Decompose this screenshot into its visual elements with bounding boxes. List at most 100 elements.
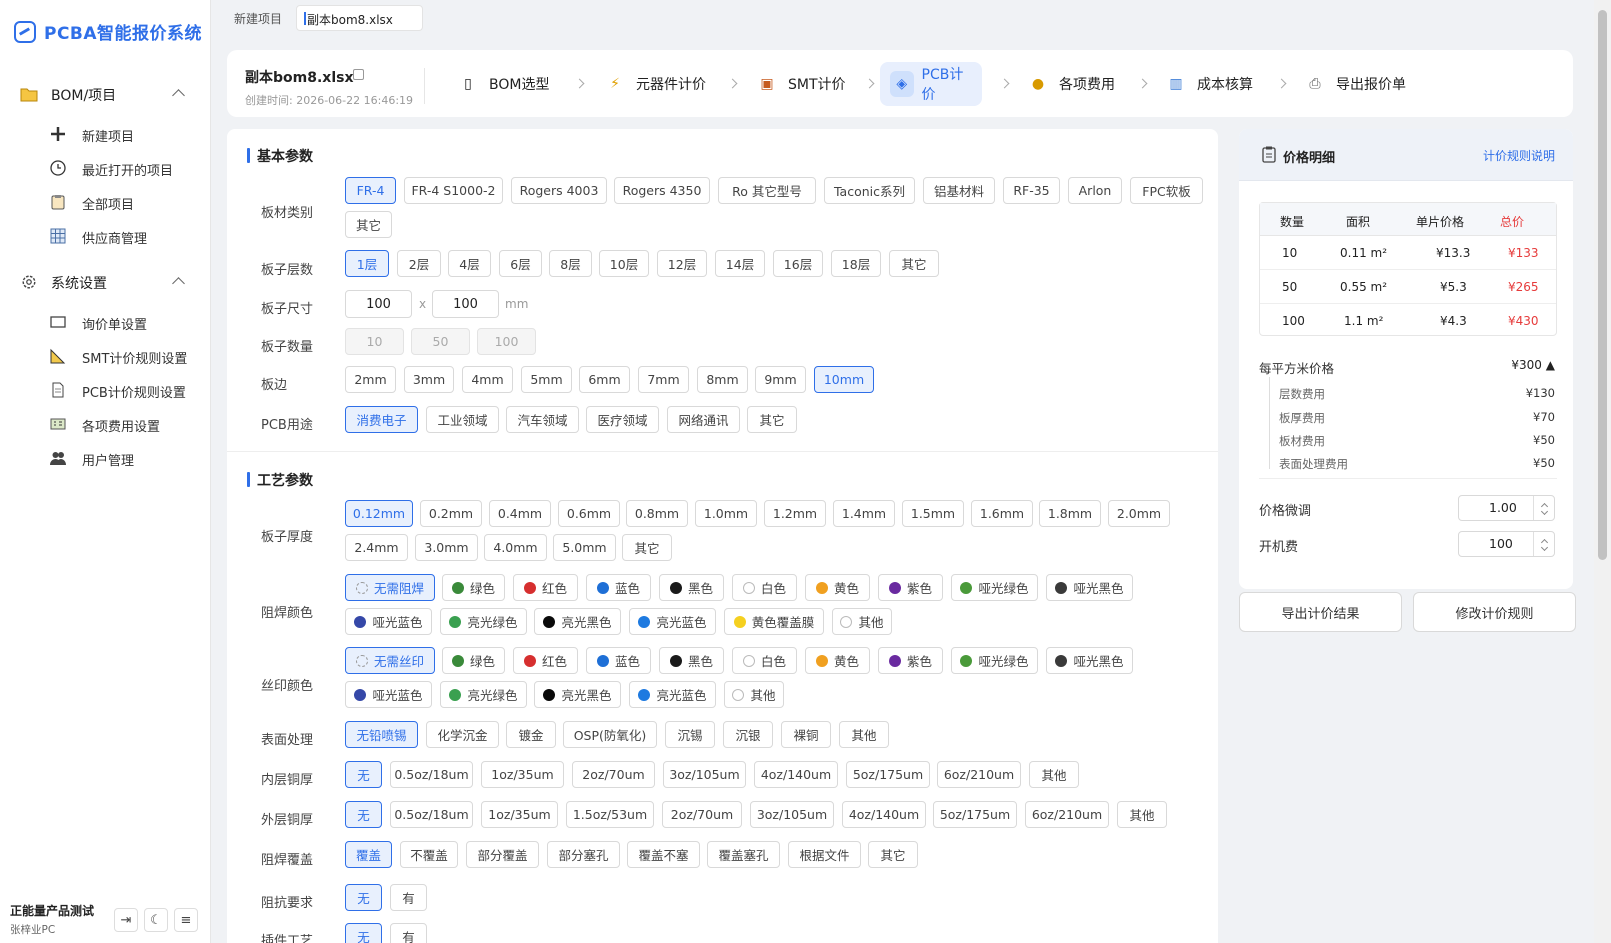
option-surface[interactable]: 沉银 bbox=[723, 721, 773, 748]
per-sqm-value[interactable]: ¥300 ▲ bbox=[1511, 358, 1555, 372]
sidebar-item-fee-settings[interactable]: 各项费用设置 bbox=[0, 407, 211, 441]
option-layers[interactable]: 其它 bbox=[889, 250, 939, 277]
option-mask-cover[interactable]: 根据文件 bbox=[788, 841, 861, 868]
option-silk[interactable]: 红色 bbox=[513, 647, 578, 674]
option-thickness[interactable]: 1.8mm bbox=[1039, 500, 1101, 527]
option-thickness[interactable]: 0.2mm bbox=[420, 500, 482, 527]
sidebar-item-new-project[interactable]: 新建项目 bbox=[0, 117, 211, 151]
size-width-input[interactable]: 100 bbox=[345, 290, 412, 318]
sidebar-group-settings[interactable]: 系统设置 bbox=[0, 265, 211, 299]
option-material[interactable]: FR-4 bbox=[345, 177, 396, 204]
option-material[interactable]: Rogers 4350 bbox=[614, 177, 710, 204]
option-mask-cover[interactable]: 不覆盖 bbox=[400, 841, 458, 868]
option-inner-copper[interactable]: 0.5oz/18um bbox=[390, 761, 473, 788]
option-inner-copper[interactable]: 2oz/70um bbox=[572, 761, 655, 788]
option-inner-copper[interactable]: 6oz/210um bbox=[937, 761, 1021, 788]
option-mask[interactable]: 紫色 bbox=[878, 574, 943, 601]
scrollbar[interactable] bbox=[1594, 0, 1611, 943]
option-mask[interactable]: 红色 bbox=[513, 574, 578, 601]
option-inner-copper[interactable]: 3oz/105um bbox=[663, 761, 746, 788]
option-outer-copper[interactable]: 2oz/70um bbox=[662, 801, 742, 828]
option-material[interactable]: 其它 bbox=[345, 211, 392, 238]
option-silk[interactable]: 哑光绿色 bbox=[951, 647, 1038, 674]
scrollbar-thumb[interactable] bbox=[1598, 10, 1607, 560]
option-layers[interactable]: 18层 bbox=[831, 250, 881, 277]
option-thickness[interactable]: 0.4mm bbox=[489, 500, 551, 527]
step-fees[interactable]: ● 各项费用 bbox=[1015, 62, 1125, 106]
step-smt[interactable]: ▣ SMT计价 bbox=[744, 62, 856, 106]
step-pcb[interactable]: ◈ PCB计价 bbox=[880, 62, 982, 106]
option-mask[interactable]: 亮光蓝色 bbox=[629, 608, 716, 635]
option-thickness[interactable]: 2.4mm bbox=[345, 534, 408, 561]
option-mask[interactable]: 黑色 bbox=[659, 574, 724, 601]
chevron-down-icon[interactable] bbox=[1540, 507, 1549, 516]
sidebar-item-users[interactable]: 用户管理 bbox=[0, 441, 211, 475]
option-layers[interactable]: 4层 bbox=[448, 250, 491, 277]
option-material[interactable]: Ro 其它型号 bbox=[718, 177, 816, 204]
option-edge[interactable]: 2mm bbox=[345, 366, 396, 393]
option-thickness[interactable]: 0.6mm bbox=[558, 500, 620, 527]
step-bom[interactable]: ▯ BOM选型 bbox=[445, 62, 559, 106]
option-layers[interactable]: 12层 bbox=[657, 250, 707, 277]
app-logo[interactable]: PCBA智能报价系统 bbox=[14, 19, 202, 44]
option-mask-cover[interactable]: 覆盖不塞 bbox=[627, 841, 700, 868]
tab-file[interactable]: 副本bom8.xlsx bbox=[296, 5, 423, 31]
step-components[interactable]: ⚡ 元器件计价 bbox=[592, 62, 716, 106]
option-silk[interactable]: 蓝色 bbox=[586, 647, 651, 674]
sidebar-item-recent[interactable]: 最近打开的项目 bbox=[0, 151, 211, 185]
sidebar-item-all-projects[interactable]: 全部项目 bbox=[0, 185, 211, 219]
option-outer-copper[interactable]: 3oz/105um bbox=[750, 801, 834, 828]
option-mask[interactable]: 蓝色 bbox=[586, 574, 651, 601]
option-layers[interactable]: 14层 bbox=[715, 250, 765, 277]
option-mask[interactable]: 哑光蓝色 bbox=[345, 608, 432, 635]
option-qty[interactable]: 10 bbox=[345, 328, 404, 355]
option-thickness[interactable]: 1.2mm bbox=[764, 500, 826, 527]
option-qty[interactable]: 50 bbox=[411, 328, 470, 355]
option-inner-copper[interactable]: 其他 bbox=[1029, 761, 1079, 788]
option-layers[interactable]: 6层 bbox=[499, 250, 542, 277]
option-thickness[interactable]: 2.0mm bbox=[1108, 500, 1170, 527]
option-thickness[interactable]: 1.5mm bbox=[902, 500, 964, 527]
option-thickness[interactable]: 0.8mm bbox=[626, 500, 688, 527]
sidebar-item-pcb-rules[interactable]: PCB计价规则设置 bbox=[0, 373, 211, 407]
option-inner-copper[interactable]: 4oz/140um bbox=[754, 761, 838, 788]
option-mask-cover[interactable]: 覆盖塞孔 bbox=[707, 841, 780, 868]
setup-fee-input[interactable]: 100 bbox=[1458, 531, 1555, 557]
option-silk[interactable]: 亮光黑色 bbox=[534, 681, 621, 708]
option-surface[interactable]: 化学沉金 bbox=[426, 721, 499, 748]
sidebar-item-suppliers[interactable]: 供应商管理 bbox=[0, 219, 211, 253]
modify-rules-button[interactable]: 修改计价规则 bbox=[1413, 592, 1576, 632]
option-outer-copper[interactable]: 4oz/140um bbox=[842, 801, 926, 828]
option-material[interactable]: Taconic系列 bbox=[824, 177, 915, 204]
option-inner-copper[interactable]: 5oz/175um bbox=[846, 761, 930, 788]
option-thickness[interactable]: 5.0mm bbox=[553, 534, 616, 561]
option-plugin[interactable]: 无 bbox=[345, 923, 382, 943]
option-silk[interactable]: 亮光蓝色 bbox=[629, 681, 716, 708]
option-qty[interactable]: 100 bbox=[477, 328, 536, 355]
option-usage[interactable]: 工业领域 bbox=[426, 406, 499, 433]
option-edge[interactable]: 8mm bbox=[697, 366, 748, 393]
option-silk[interactable]: 黑色 bbox=[659, 647, 724, 674]
option-edge[interactable]: 9mm bbox=[755, 366, 806, 393]
option-layers[interactable]: 16层 bbox=[773, 250, 823, 277]
option-material[interactable]: FPC软板 bbox=[1130, 177, 1203, 204]
option-outer-copper[interactable]: 0.5oz/18um bbox=[390, 801, 473, 828]
adjust-input[interactable]: 1.00 bbox=[1458, 495, 1555, 521]
option-thickness[interactable]: 1.4mm bbox=[833, 500, 895, 527]
option-silk[interactable]: 哑光黑色 bbox=[1046, 647, 1133, 674]
option-edge[interactable]: 5mm bbox=[521, 366, 572, 393]
option-mask[interactable]: 哑光黑色 bbox=[1046, 574, 1133, 601]
tab-new-project[interactable]: 新建项目 bbox=[224, 5, 292, 31]
option-thickness[interactable]: 0.12mm bbox=[345, 500, 413, 527]
option-material[interactable]: RF-35 bbox=[1003, 177, 1060, 204]
option-outer-copper[interactable]: 其他 bbox=[1117, 801, 1167, 828]
option-material[interactable]: Arlon bbox=[1068, 177, 1122, 204]
option-silk[interactable]: 哑光蓝色 bbox=[345, 681, 432, 708]
option-silk[interactable]: 无需丝印 bbox=[345, 647, 435, 674]
chevron-down-icon[interactable] bbox=[1540, 543, 1549, 552]
logout-button[interactable]: ⇥ bbox=[114, 908, 138, 932]
option-edge[interactable]: 7mm bbox=[638, 366, 689, 393]
option-mask-cover[interactable]: 部分塞孔 bbox=[547, 841, 620, 868]
option-edge[interactable]: 3mm bbox=[404, 366, 454, 393]
option-edge[interactable]: 6mm bbox=[579, 366, 630, 393]
